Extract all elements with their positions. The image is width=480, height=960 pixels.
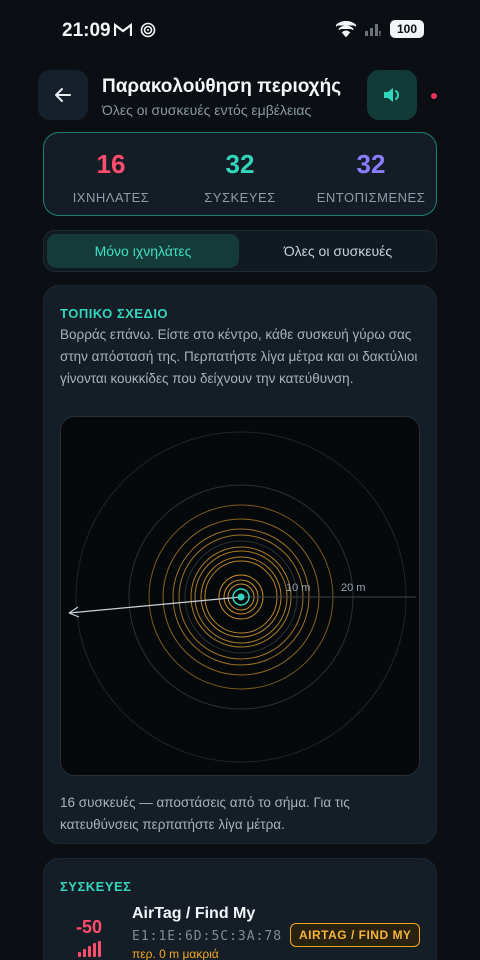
sync-icon	[140, 22, 156, 38]
map-description: Βορράς επάνω. Είστε στο κέντρο, κάθε συσ…	[60, 327, 418, 386]
sound-toggle-button[interactable]	[367, 70, 417, 120]
filter-all-devices[interactable]: Όλες οι συσκευές	[243, 234, 433, 268]
device-type-badge: AIRTAG / FIND MY	[290, 923, 421, 947]
ring-label-20m: 20 m	[341, 582, 365, 594]
map-footer-note: 16 συσκευές — αποστάσεις από το σήμα. Γι…	[60, 795, 350, 832]
radar-svg: 10 m 20 m	[68, 431, 416, 763]
status-time: 21:09	[62, 20, 111, 41]
svg-text:!: !	[379, 31, 381, 37]
device-distance: περ. 0 m μακριά	[132, 947, 219, 960]
stat-trackers-value: 16	[96, 149, 126, 179]
stat-trackers: 16 ΙΧΝΗΛΑΤΕΣ	[46, 149, 176, 205]
devices-card: ΣΥΣΚΕΥΕΣ -50 AirTag / Find My E1:1E:6D:5…	[43, 858, 437, 960]
gmail-icon	[114, 23, 132, 36]
stat-located-value: 32	[356, 149, 386, 179]
recording-indicator	[431, 93, 437, 99]
status-bar: 21:09 ! 100	[0, 0, 480, 60]
device-rssi: -50	[76, 917, 103, 937]
stat-devices: 32 ΣΥΣΚΕΥΕΣ	[175, 149, 305, 205]
status-system-icons: ! 100	[336, 20, 424, 38]
arrow-left-icon	[55, 88, 71, 102]
device-name[interactable]: AirTag / Find My	[132, 905, 255, 923]
ring-label-10m: 10 m	[286, 582, 310, 594]
stat-located: 32 ΕΝΤΟΠΙΣΜΕΝΕΣ	[306, 149, 436, 205]
device-mac: E1:1E:6D:5C:3A:78	[132, 929, 283, 944]
stats-card: 16 ΙΧΝΗΛΑΤΕΣ 32 ΣΥΣΚΕΥΕΣ 32 ΕΝΤΟΠΙΣΜΕΝΕΣ	[43, 132, 437, 216]
map-section-title: ΤΟΠΙΚΟ ΣΧΕΔΙΟ	[60, 306, 169, 321]
signal-icon: !	[365, 24, 381, 37]
signal-strength-icon	[78, 941, 101, 957]
stat-devices-value: 32	[225, 149, 255, 179]
wifi-icon	[336, 21, 356, 37]
stat-devices-label: ΣΥΣΚΕΥΕΣ	[204, 190, 276, 205]
direction-arrow	[68, 596, 242, 614]
filter-segmented-control: Μόνο ιχνηλάτες Όλες οι συσκευές	[43, 230, 437, 272]
speaker-icon	[384, 88, 399, 102]
user-position-dot	[237, 593, 245, 601]
page-subtitle: Όλες οι συσκευές εντός εμβέλειας	[102, 102, 312, 118]
battery-indicator: 100	[390, 20, 424, 38]
back-button[interactable]	[38, 70, 88, 120]
stat-located-label: ΕΝΤΟΠΙΣΜΕΝΕΣ	[316, 190, 426, 205]
filter-trackers-only[interactable]: Μόνο ιχνηλάτες	[47, 234, 239, 268]
page-title: Παρακολούθηση περιοχής	[102, 76, 342, 97]
status-notification-icons	[114, 22, 156, 38]
radar-map[interactable]: 10 m 20 m	[60, 416, 420, 776]
stat-trackers-label: ΙΧΝΗΛΑΤΕΣ	[72, 190, 150, 205]
devices-section-title: ΣΥΣΚΕΥΕΣ	[60, 879, 132, 894]
local-map-card: ΤΟΠΙΚΟ ΣΧΕΔΙΟ Βορράς επάνω. Είστε στο κέ…	[43, 285, 437, 844]
